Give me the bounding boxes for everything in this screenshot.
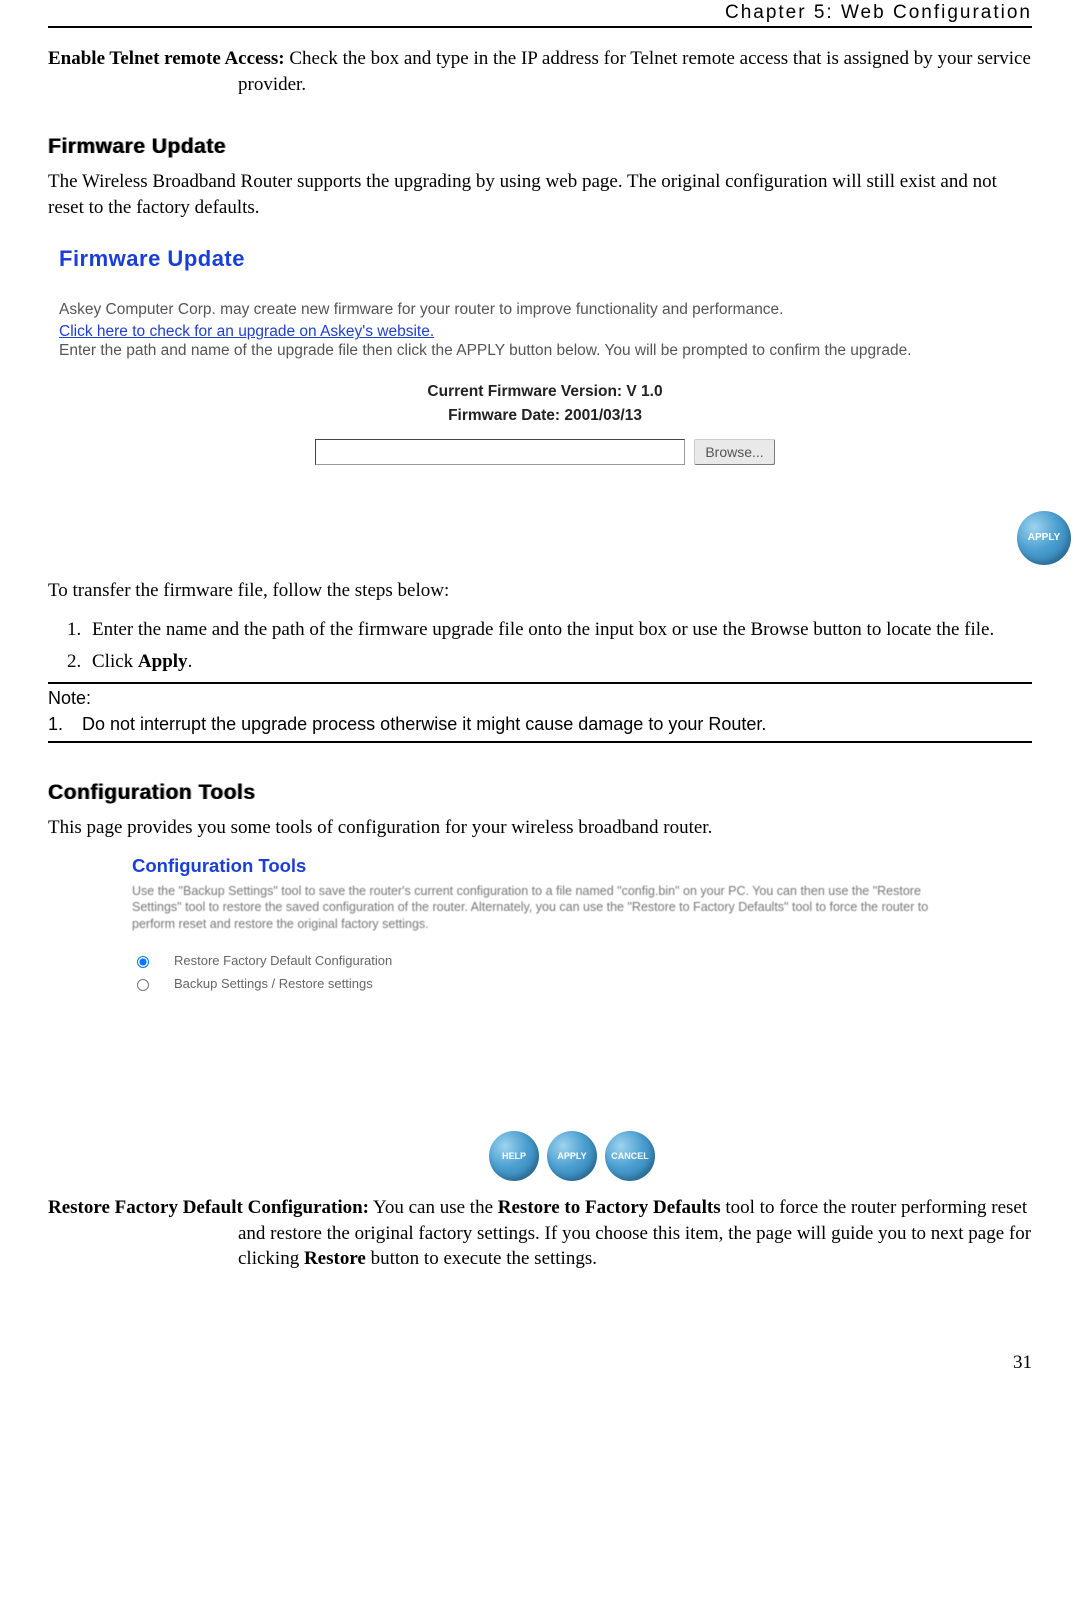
restore-paragraph: Restore Factory Default Configuration: Y… bbox=[48, 1195, 1032, 1272]
restore-a: You can use the bbox=[369, 1197, 498, 1218]
note-block: Note: 1. Do not interrupt the upgrade pr… bbox=[48, 684, 1032, 742]
restore-b: Restore to Factory Defaults bbox=[498, 1197, 721, 1218]
firmware-file-input[interactable] bbox=[315, 439, 685, 465]
browse-button[interactable]: Browse... bbox=[694, 439, 774, 465]
page-number: 31 bbox=[48, 1352, 1032, 1374]
step-2b: Apply bbox=[138, 651, 188, 672]
radio-backup-restore-input[interactable] bbox=[137, 979, 149, 991]
restore-e: button to execute the settings. bbox=[366, 1248, 597, 1269]
firmware-version-block: Current Firmware Version: V 1.0 Firmware… bbox=[59, 380, 1031, 427]
telnet-text: Check the box and type in the IP address… bbox=[238, 48, 1031, 95]
firmware-intro: The Wireless Broadband Router supports t… bbox=[48, 169, 1032, 220]
config-panel-desc: Use the "Backup Settings" tool to save t… bbox=[132, 883, 952, 934]
config-panel-title: Configuration Tools bbox=[132, 855, 952, 877]
config-apply-button[interactable]: APPLY bbox=[547, 1131, 597, 1181]
restore-d: Restore bbox=[304, 1248, 366, 1269]
page-header: Chapter 5: Web Configuration bbox=[48, 0, 1032, 28]
radio-restore-defaults[interactable]: Restore Factory Default Configuration bbox=[132, 953, 952, 968]
restore-label: Restore Factory Default Configuration: bbox=[48, 1197, 369, 1218]
steps-list: Enter the name and the path of the firmw… bbox=[48, 617, 1032, 674]
cancel-button[interactable]: CANCEL bbox=[605, 1131, 655, 1181]
firmware-panel: Firmware Update Askey Computer Corp. may… bbox=[48, 235, 1032, 562]
firmware-date-value: 2001/03/13 bbox=[564, 407, 642, 424]
firmware-check-link[interactable]: Click here to check for an upgrade on As… bbox=[59, 323, 434, 341]
firmware-heading: Firmware Update bbox=[48, 135, 1032, 159]
radio-restore-defaults-label: Restore Factory Default Configuration bbox=[174, 953, 392, 968]
config-intro: This page provides you some tools of con… bbox=[48, 815, 1032, 841]
firmware-panel-title: Firmware Update bbox=[59, 246, 1031, 272]
telnet-paragraph: Enable Telnet remote Access: Check the b… bbox=[48, 46, 1032, 97]
radio-backup-restore-label: Backup Settings / Restore settings bbox=[174, 976, 373, 991]
config-heading: Configuration Tools bbox=[48, 781, 1032, 805]
radio-restore-defaults-input[interactable] bbox=[137, 956, 149, 968]
apply-button[interactable]: APPLY bbox=[1017, 511, 1071, 565]
firmware-panel-line1: Askey Computer Corp. may create new firm… bbox=[59, 300, 1031, 321]
step-2: Click Apply. bbox=[86, 649, 1032, 675]
note-text: Do not interrupt the upgrade process oth… bbox=[82, 712, 766, 737]
firmware-version-label: Current Firmware Version: bbox=[427, 383, 626, 400]
steps-intro: To transfer the firmware file, follow th… bbox=[48, 578, 1032, 604]
step-2a: Click bbox=[92, 651, 138, 672]
telnet-label: Enable Telnet remote Access: bbox=[48, 48, 285, 69]
radio-backup-restore[interactable]: Backup Settings / Restore settings bbox=[132, 976, 952, 991]
note-number: 1. bbox=[48, 712, 82, 737]
firmware-panel-line2: Enter the path and name of the upgrade f… bbox=[59, 341, 1031, 362]
help-button[interactable]: HELP bbox=[489, 1131, 539, 1181]
step-1: Enter the name and the path of the firmw… bbox=[86, 617, 1032, 643]
config-panel: Configuration Tools Use the "Backup Sett… bbox=[132, 855, 952, 1182]
firmware-date-label: Firmware Date: bbox=[448, 407, 564, 424]
firmware-version-value: V 1.0 bbox=[626, 383, 662, 400]
note-title: Note: bbox=[48, 686, 1032, 711]
step-2c: . bbox=[188, 651, 193, 672]
